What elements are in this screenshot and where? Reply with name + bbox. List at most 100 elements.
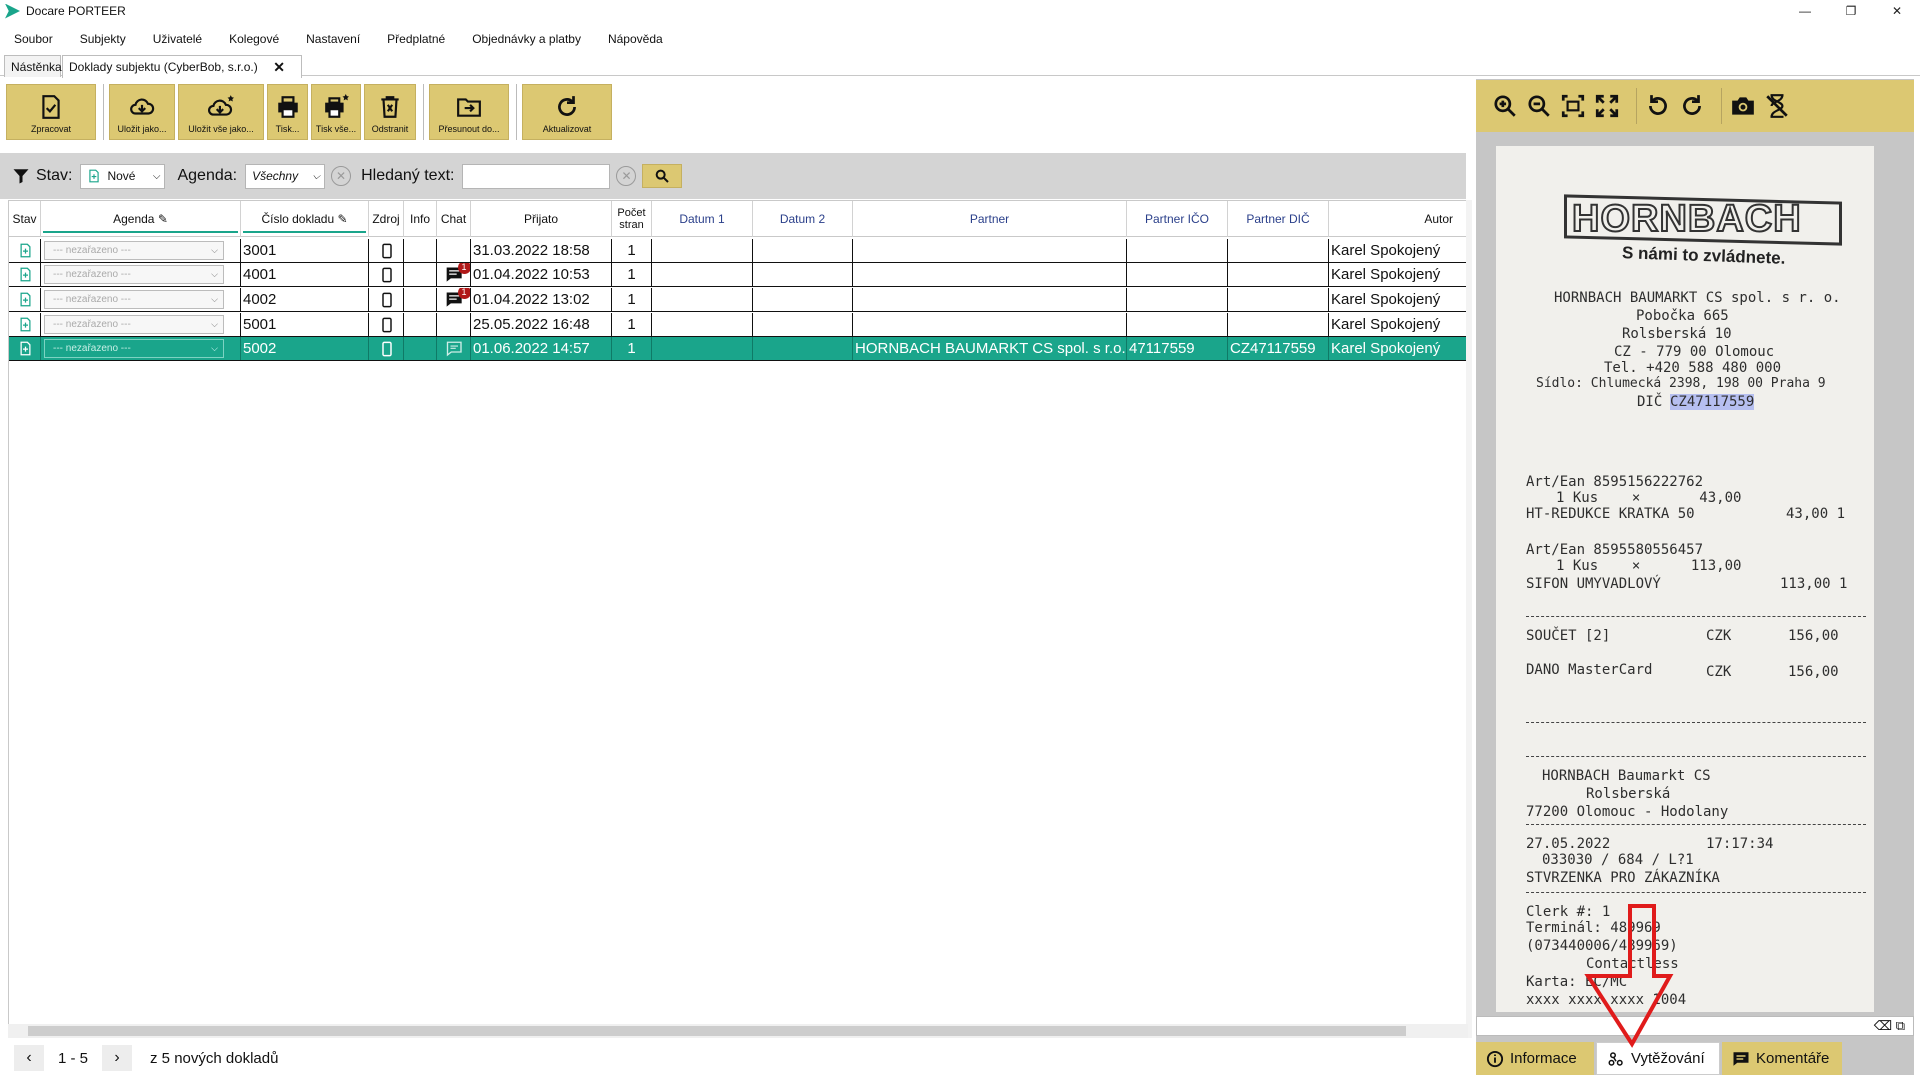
- zoom-in-icon[interactable]: [1492, 93, 1518, 119]
- status-filter-label: Stav:: [36, 167, 73, 184]
- cell-datum2: [753, 337, 853, 360]
- col-autor[interactable]: Autor: [1329, 201, 1469, 237]
- chat-icon[interactable]: [446, 340, 464, 358]
- delete-button[interactable]: Odstranit: [364, 84, 416, 140]
- maximize-button[interactable]: ❐: [1828, 0, 1874, 22]
- toolbar-separator: [1636, 88, 1637, 124]
- menu-objednavky[interactable]: Objednávky a platby: [472, 32, 581, 46]
- receipt-line: 113,00 1: [1780, 576, 1848, 592]
- agenda-select[interactable]: --- nezařazeno --- ⌵: [44, 265, 224, 284]
- table-row[interactable]: --- nezařazeno --- ⌵ 4001 1 01.04.2022 10:53…: [9, 263, 1467, 287]
- next-page-button[interactable]: ›: [102, 1045, 133, 1071]
- table-row[interactable]: --- nezařazeno --- ⌵ 5001 25.05.2022 16:48 1…: [9, 313, 1467, 337]
- tab-close-icon[interactable]: ✕: [273, 59, 285, 76]
- print-all-label: Tisk vše...: [315, 124, 357, 134]
- new-document-icon: [20, 341, 31, 356]
- agenda-placeholder: --- nezařazeno ---: [53, 294, 131, 305]
- cell-datum2: [753, 288, 853, 311]
- search-input[interactable]: [462, 163, 611, 189]
- receipt-line: Rolsberská: [1586, 786, 1671, 802]
- receipt-image: HORNBACH S námi to zvládnete. HORNBACH B…: [1496, 146, 1874, 1012]
- receipt-divider: [1526, 892, 1866, 893]
- receipt-line: 1 Kus × 43,00: [1556, 490, 1742, 506]
- menu-subjekty[interactable]: Subjekty: [80, 32, 126, 46]
- extraction-input[interactable]: ⌫ ⧉: [1476, 1016, 1914, 1036]
- cell-partner: [853, 313, 1127, 336]
- col-datum1[interactable]: Datum 1: [652, 201, 753, 237]
- table-row[interactable]: --- nezařazeno --- ⌵ 5002 01.06.2022 14:57 1…: [9, 337, 1467, 361]
- agenda-select[interactable]: --- nezařazeno --- ⌵: [44, 241, 224, 260]
- minimize-button[interactable]: —: [1782, 0, 1828, 22]
- close-window-button[interactable]: ✕: [1874, 0, 1920, 22]
- col-cislo[interactable]: Číslo dokladu ✎: [241, 201, 369, 237]
- menu-nastaveni[interactable]: Nastavení: [306, 32, 360, 46]
- col-datum2[interactable]: Datum 2: [753, 201, 853, 237]
- backspace-copy-icon[interactable]: ⌫ ⧉: [1874, 1018, 1905, 1034]
- agenda-filter-select[interactable]: Všechny ⌵: [245, 163, 326, 189]
- cell-stav: [9, 337, 41, 360]
- refresh-button[interactable]: Aktualizovat: [522, 84, 612, 140]
- col-partner[interactable]: Partner: [853, 201, 1127, 237]
- rotate-right-icon[interactable]: [1679, 93, 1705, 119]
- tab-informace[interactable]: Informace: [1476, 1042, 1594, 1075]
- col-zdroj[interactable]: Zdroj: [369, 201, 404, 237]
- menu-uzivatele[interactable]: Uživatelé: [153, 32, 202, 46]
- save-all-as-button[interactable]: Uložit vše jako...: [178, 84, 264, 140]
- camera-icon[interactable]: [1730, 93, 1756, 119]
- status-filter-select[interactable]: Nové ⌵: [80, 163, 166, 189]
- toolbar-separator: [516, 84, 517, 140]
- col-pocet[interactable]: Počet stran: [612, 201, 652, 237]
- col-info[interactable]: Info: [404, 201, 437, 237]
- receipt-line: 156,00: [1788, 664, 1839, 680]
- agenda-placeholder: --- nezařazeno ---: [53, 245, 131, 256]
- move-to-button[interactable]: Přesunout do...: [429, 84, 509, 140]
- col-stav[interactable]: Stav: [9, 201, 41, 237]
- print-all-button[interactable]: Tisk vše...: [311, 84, 361, 140]
- tab-komentare[interactable]: Komentáře: [1722, 1042, 1842, 1075]
- table-row[interactable]: --- nezařazeno --- ⌵ 4002 1 01.04.2022 13:02…: [9, 288, 1467, 312]
- col-agenda[interactable]: Agenda ✎: [41, 201, 241, 237]
- zoom-out-icon[interactable]: [1526, 93, 1552, 119]
- search-button[interactable]: [642, 164, 683, 188]
- agenda-select[interactable]: --- nezařazeno --- ⌵: [44, 315, 224, 334]
- clear-search-icon[interactable]: ✕: [616, 166, 637, 186]
- scrollbar-thumb[interactable]: [28, 1026, 1406, 1036]
- col-chat[interactable]: Chat: [437, 201, 471, 237]
- menu-soubor[interactable]: Soubor: [14, 32, 53, 46]
- table-vertical-scrollbar[interactable]: [1466, 200, 1472, 1038]
- rotate-left-icon[interactable]: [1645, 93, 1671, 119]
- printer-icon: [277, 96, 298, 118]
- agenda-select[interactable]: --- nezařazeno --- ⌵: [44, 339, 224, 358]
- menu-napoveda[interactable]: Nápověda: [608, 32, 663, 46]
- receipt-divider: [1526, 824, 1866, 825]
- clear-agenda-icon[interactable]: ✕: [331, 166, 352, 186]
- col-dic[interactable]: Partner DIČ: [1228, 201, 1329, 237]
- col-cislo-label: Číslo dokladu: [261, 212, 335, 226]
- chat-unread-icon[interactable]: 1: [445, 263, 470, 285]
- table-row[interactable]: --- nezařazeno --- ⌵ 3001 31.03.2022 18:58 1…: [9, 239, 1467, 263]
- chat-unread-icon[interactable]: 1: [445, 288, 470, 310]
- cell-info: [404, 288, 437, 311]
- fullscreen-icon[interactable]: [1594, 93, 1620, 119]
- col-ico[interactable]: Partner IČO: [1127, 201, 1228, 237]
- receipt-line: HORNBACH Baumarkt CS: [1542, 768, 1711, 784]
- col-prijato[interactable]: Přijato: [471, 201, 612, 237]
- table-horizontal-scrollbar[interactable]: [8, 1024, 1468, 1038]
- new-document-icon: [89, 169, 100, 183]
- fit-width-icon[interactable]: [1560, 93, 1586, 119]
- process-button[interactable]: Zpracovat: [6, 84, 96, 140]
- hourglass-off-icon[interactable]: [1764, 93, 1790, 119]
- save-as-button[interactable]: Uložit jako...: [109, 84, 175, 140]
- menu-kolegove[interactable]: Kolegové: [229, 32, 279, 46]
- agenda-select[interactable]: --- nezařazeno --- ⌵: [44, 290, 224, 309]
- cell-autor: Karel Spokojený: [1331, 340, 1441, 357]
- documents-table: Stav Agenda ✎ Číslo dokladu ✎ Zdroj Info…: [8, 200, 1468, 1030]
- tab-doklady[interactable]: Doklady subjektu (CyberBob, s.r.o.) ✕: [62, 55, 302, 78]
- cell-cislo: 4001: [241, 263, 369, 286]
- previous-page-button[interactable]: ‹: [14, 1045, 44, 1071]
- menu-predplatne[interactable]: Předplatné: [387, 32, 445, 46]
- print-button[interactable]: Tisk...: [267, 84, 308, 140]
- cell-pocet: 1: [612, 239, 652, 262]
- tab-nastenka[interactable]: Nástěnka: [4, 55, 62, 77]
- cell-ico: [1127, 313, 1228, 336]
